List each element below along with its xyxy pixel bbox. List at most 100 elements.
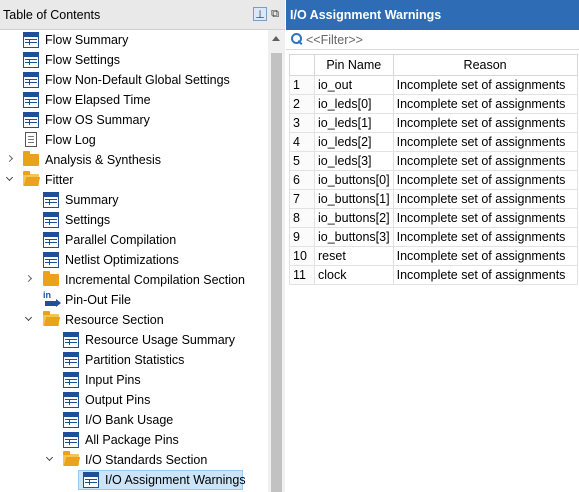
column-header-reason[interactable]: Reason [392, 54, 578, 76]
tree-item-incremental-compilation[interactable]: Incremental Compilation Section [0, 270, 268, 290]
tree-item-io-standards-section[interactable]: I/O Standards Section [0, 450, 268, 470]
row-index: 1 [289, 75, 315, 95]
table-report-icon [63, 372, 79, 388]
tree-item-fitter[interactable]: Fitter [0, 170, 268, 190]
table-row[interactable]: 6 io_buttons[0] Incomplete set of assignme… [289, 170, 578, 190]
pin-name-cell: io_buttons[3] [314, 227, 394, 247]
table-row[interactable]: 2 io_leds[0] Incomplete set of assignments [289, 94, 578, 114]
row-index: 4 [289, 132, 315, 152]
table-row[interactable]: 7 io_buttons[1] Incomplete set of assignme… [289, 189, 578, 209]
tree-item-label: I/O Assignment Warnings [105, 473, 246, 487]
table-report-icon [63, 352, 79, 368]
reason-cell: Incomplete set of assignments [392, 208, 578, 228]
tree-item-label: Resource Usage Summary [85, 333, 236, 347]
tree-item-pin-out-file[interactable]: in Pin-Out File [0, 290, 268, 310]
tree-item-flow-non-default-settings[interactable]: Flow Non-Default Global Settings [0, 70, 268, 90]
tree-item-io-assignment-warnings[interactable]: I/O Assignment Warnings [0, 470, 268, 490]
tree-item-label: Flow Summary [45, 33, 129, 47]
filter-input[interactable] [306, 32, 571, 48]
chevron-down-icon[interactable] [24, 315, 34, 325]
tree-item-io-bank-usage[interactable]: I/O Bank Usage [0, 410, 268, 430]
tree-item-label: Parallel Compilation [65, 233, 177, 247]
chevron-right-icon[interactable] [5, 155, 15, 165]
io-warnings-table: Pin Name Reason 1 io_out Incomplete set of… [289, 54, 578, 285]
table-of-contents-panel: Table of Contents ⊥ ⧉ Flow Summary Flow … [0, 0, 285, 492]
toc-scrollbar[interactable] [268, 30, 285, 492]
tree-item-label: Resource Section [65, 313, 164, 327]
tree-item-flow-summary[interactable]: Flow Summary [0, 30, 268, 50]
pin-out-file-icon: in [43, 290, 61, 308]
scrollbar-thumb[interactable] [271, 53, 282, 492]
row-index: 11 [289, 265, 315, 285]
tree-item-flow-log[interactable]: Flow Log [0, 130, 268, 150]
tree-item-label: Flow OS Summary [45, 113, 150, 127]
reason-cell: Incomplete set of assignments [392, 265, 578, 285]
tree-item-fitter-settings[interactable]: Settings [0, 210, 268, 230]
tree-item-flow-os-summary[interactable]: Flow OS Summary [0, 110, 268, 130]
tree-item-label: Output Pins [85, 393, 151, 407]
open-folder-icon [63, 451, 79, 466]
column-header-index[interactable] [289, 54, 315, 76]
tree-item-resource-section[interactable]: Resource Section [0, 310, 268, 330]
table-row[interactable]: 5 io_leds[3] Incomplete set of assignments [289, 151, 578, 171]
table-row[interactable]: 1 io_out Incomplete set of assignments [289, 75, 578, 95]
tree-item-parallel-compilation[interactable]: Parallel Compilation [0, 230, 268, 250]
table-report-icon [83, 472, 99, 488]
chevron-down-icon[interactable] [5, 175, 15, 185]
tree-item-output-pins[interactable]: Output Pins [0, 390, 268, 410]
toc-title: Table of Contents [3, 8, 101, 22]
pin-panel-icon[interactable]: ⊥ [253, 7, 267, 21]
pin-name-cell: io_buttons[1] [314, 189, 394, 209]
tree-item-partition-statistics[interactable]: Partition Statistics [0, 350, 268, 370]
folder-icon [43, 271, 59, 286]
table-report-icon [23, 92, 39, 108]
tree-item-flow-settings[interactable]: Flow Settings [0, 50, 268, 70]
pin-name-cell: io_out [314, 75, 394, 95]
tree-item-label: All Package Pins [85, 433, 179, 447]
scroll-up-icon[interactable] [272, 36, 280, 41]
tree-item-netlist-optimizations[interactable]: Netlist Optimizations [0, 250, 268, 270]
row-index: 3 [289, 113, 315, 133]
chevron-down-icon[interactable] [45, 455, 55, 465]
row-index: 10 [289, 246, 315, 266]
folder-icon [23, 151, 39, 166]
row-index: 8 [289, 208, 315, 228]
reason-cell: Incomplete set of assignments [392, 132, 578, 152]
table-report-icon [43, 192, 59, 208]
open-folder-icon [23, 171, 39, 186]
tree-item-resource-usage-summary[interactable]: Resource Usage Summary [0, 330, 268, 350]
table-header-row: Pin Name Reason [289, 54, 578, 76]
table-row[interactable]: 4 io_leds[2] Incomplete set of assignments [289, 132, 578, 152]
tree-item-label: Analysis & Synthesis [45, 153, 162, 167]
chevron-right-icon[interactable] [24, 275, 34, 285]
table-report-icon [43, 252, 59, 268]
pin-name-cell: io_leds[1] [314, 113, 394, 133]
table-report-icon [63, 432, 79, 448]
table-row[interactable]: 3 io_leds[1] Incomplete set of assignments [289, 113, 578, 133]
reason-cell: Incomplete set of assignments [392, 75, 578, 95]
table-row[interactable]: 11 clock Incomplete set of assignments [289, 265, 578, 285]
table-row[interactable]: 8 io_buttons[2] Incomplete set of assignme… [289, 208, 578, 228]
reason-cell: Incomplete set of assignments [392, 151, 578, 171]
table-report-icon [63, 392, 79, 408]
float-panel-icon[interactable]: ⧉ [268, 7, 282, 21]
table-report-icon [63, 412, 79, 428]
tree-item-input-pins[interactable]: Input Pins [0, 370, 268, 390]
row-index: 9 [289, 227, 315, 247]
reason-cell: Incomplete set of assignments [392, 189, 578, 209]
pin-in-glyph: in [43, 290, 51, 300]
tree-item-analysis-synthesis[interactable]: Analysis & Synthesis [0, 150, 268, 170]
tree-item-fitter-summary[interactable]: Summary [0, 190, 268, 210]
table-row[interactable]: 10 reset Incomplete set of assignments [289, 246, 578, 266]
table-row[interactable]: 9 io_buttons[3] Incomplete set of assignme… [289, 227, 578, 247]
row-index: 2 [289, 94, 315, 114]
tree-item-label: Flow Elapsed Time [45, 93, 151, 107]
tree-item-flow-elapsed-time[interactable]: Flow Elapsed Time [0, 90, 268, 110]
column-header-pin-name[interactable]: Pin Name [314, 54, 394, 76]
pin-name-cell: io_leds[2] [314, 132, 394, 152]
table-report-icon [23, 52, 39, 68]
log-file-icon [25, 132, 37, 147]
tree-item-all-package-pins[interactable]: All Package Pins [0, 430, 268, 450]
toc-tree: Flow Summary Flow Settings Flow Non-Defa… [0, 30, 268, 492]
toc-header: Table of Contents ⊥ ⧉ [0, 0, 285, 30]
